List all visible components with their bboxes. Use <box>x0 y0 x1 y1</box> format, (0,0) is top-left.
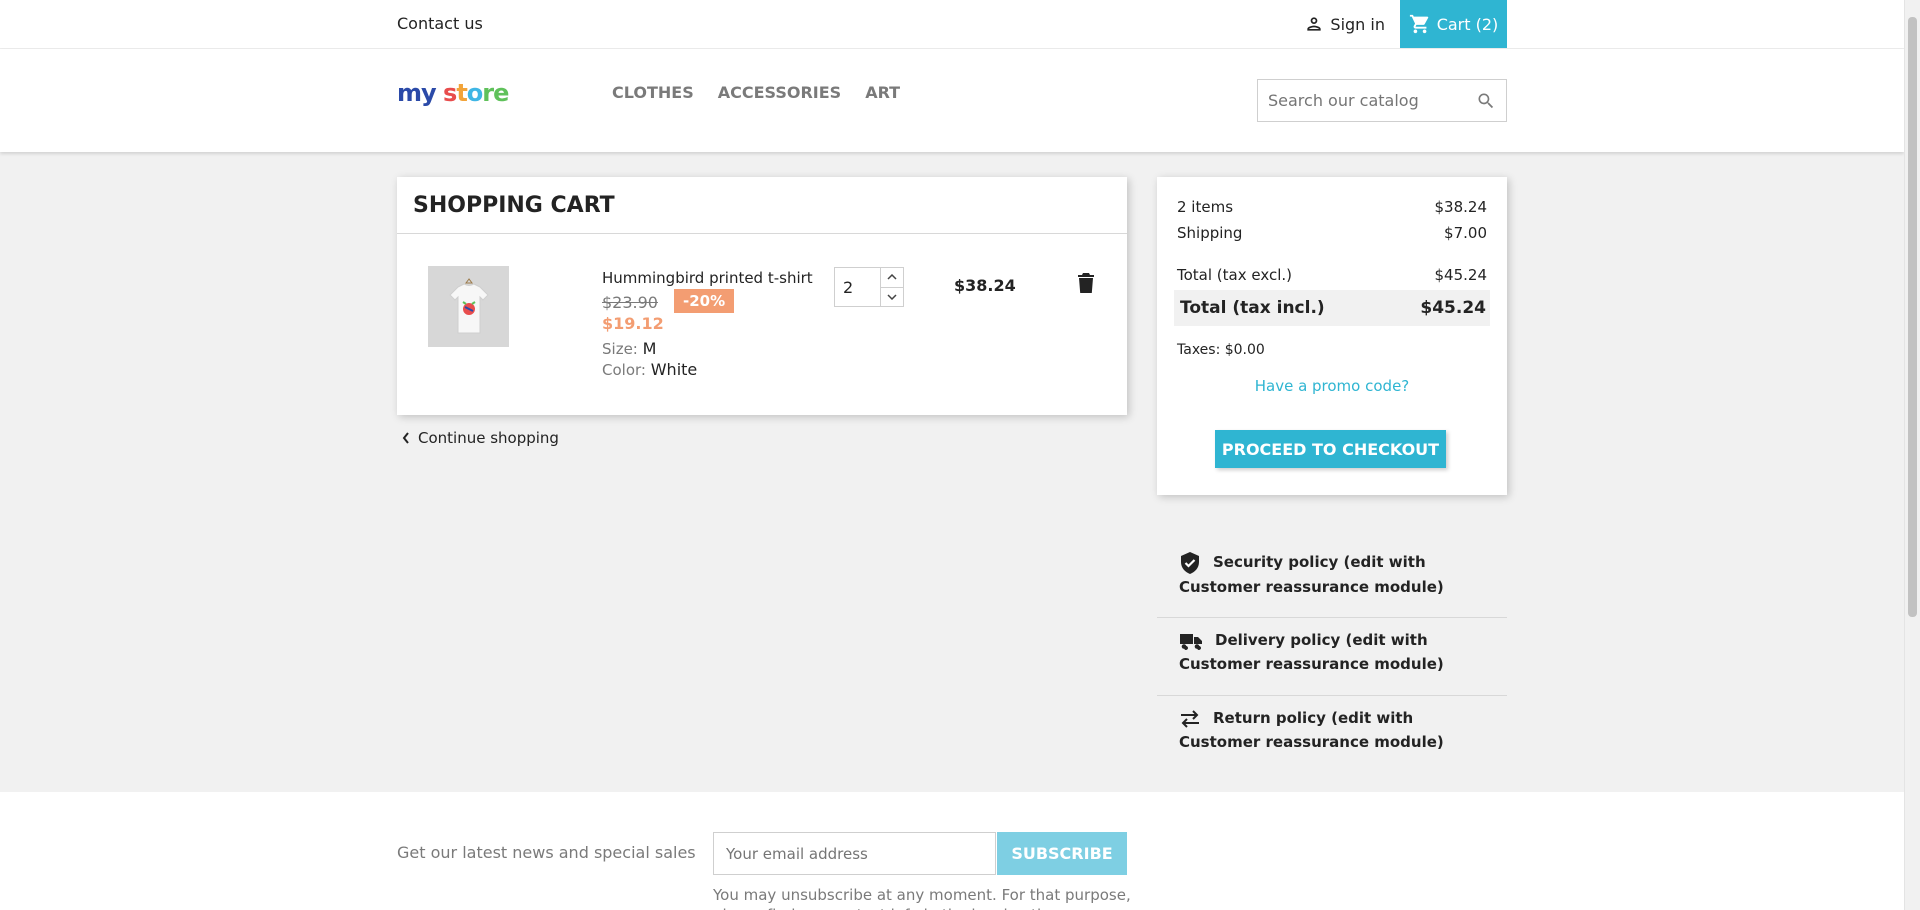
continue-shopping-label: Continue shopping <box>418 429 559 447</box>
quantity-stepper <box>834 267 904 307</box>
shipping-value: $7.00 <box>1444 224 1487 242</box>
cart-label: Cart (2) <box>1436 14 1499 34</box>
scrollbar-thumb[interactable] <box>1908 17 1917 617</box>
summary-total-excl-row: Total (tax excl.) $45.24 <box>1177 266 1487 284</box>
main-nav: CLOTHES ACCESSORIES ART <box>612 83 900 102</box>
color-label: Color: <box>602 361 646 379</box>
product-size: Size: M <box>602 339 656 358</box>
nav-item-clothes[interactable]: CLOTHES <box>612 83 694 102</box>
top-bar: Contact us Sign in Cart (2) <box>0 0 1904 49</box>
logo-part: re <box>482 79 509 107</box>
product-name-link[interactable]: Hummingbird printed t-shirt <box>602 269 813 287</box>
line-total: $38.24 <box>954 276 1016 295</box>
sign-in-label: Sign in <box>1330 14 1385 34</box>
nav-item-accessories[interactable]: ACCESSORIES <box>718 83 841 102</box>
trash-icon[interactable] <box>1077 272 1095 294</box>
product-regular-price: $23.90 <box>602 293 658 312</box>
product-image[interactable] <box>428 266 509 347</box>
sign-in-link[interactable]: Sign in <box>1304 14 1385 34</box>
discount-badge: -20% <box>674 289 735 313</box>
newsletter-email-input[interactable] <box>713 832 996 875</box>
security-policy-text: Security policy (edit with Customer reas… <box>1179 553 1444 596</box>
cart-title: SHOPPING CART <box>397 177 1127 234</box>
truck-icon <box>1180 633 1202 650</box>
total-excl-label: Total (tax excl.) <box>1177 266 1292 284</box>
shield-check-icon <box>1181 551 1199 574</box>
cart-summary: 2 items $38.24 Shipping $7.00 Total (tax… <box>1157 177 1507 495</box>
shopping-cart-panel: SHOPPING CART Hummingbird printed t-shir… <box>397 177 1127 415</box>
summary-total-incl-row: Total (tax incl.) $45.24 <box>1174 290 1490 326</box>
nav-item-art[interactable]: ART <box>865 83 900 102</box>
color-value: White <box>650 360 698 379</box>
logo-part: o <box>466 79 483 107</box>
security-policy-block: Security policy (edit with Customer reas… <box>1157 540 1507 618</box>
taxes-info: Taxes: $0.00 <box>1177 342 1265 358</box>
delivery-policy-block: Delivery policy (edit with Customer reas… <box>1157 618 1507 696</box>
product-price: $19.12 <box>602 314 664 333</box>
newsletter-text: Get our latest news and special sales <box>397 843 696 862</box>
newsletter-note: You may unsubscribe at any moment. For t… <box>713 886 1131 910</box>
chevron-down-icon <box>887 294 897 300</box>
newsletter-section: Get our latest news and special sales SU… <box>0 792 1904 910</box>
swap-arrows-icon <box>1181 709 1199 728</box>
search-box <box>1257 79 1507 122</box>
items-label: 2 items <box>1177 198 1234 216</box>
search-icon[interactable] <box>1476 91 1496 111</box>
quantity-input[interactable] <box>835 268 881 306</box>
items-value: $38.24 <box>1434 198 1488 216</box>
logo-part: my <box>397 79 437 107</box>
summary-items-row: 2 items $38.24 <box>1177 198 1487 216</box>
chevron-up-icon <box>887 274 897 280</box>
tshirt-icon <box>448 277 489 333</box>
promo-code-link[interactable]: Have a promo code? <box>1157 377 1507 395</box>
contact-us-link[interactable]: Contact us <box>397 14 483 33</box>
size-value: M <box>642 339 657 358</box>
quantity-down-button[interactable] <box>881 286 903 307</box>
total-incl-value: $45.24 <box>1420 298 1486 318</box>
logo-part: s <box>443 79 457 107</box>
header: my store CLOTHES ACCESSORIES ART <box>0 49 1904 152</box>
user-icon <box>1307 17 1322 31</box>
main-content: SHOPPING CART Hummingbird printed t-shir… <box>0 152 1904 792</box>
return-policy-block: Return policy (edit with Customer reassu… <box>1157 696 1507 774</box>
subscribe-button[interactable]: SUBSCRIBE <box>997 832 1127 875</box>
chevron-left-icon <box>402 432 409 444</box>
cart-button[interactable]: Cart (2) <box>1400 0 1507 48</box>
page-scrollbar[interactable] <box>1904 0 1920 910</box>
product-color: Color: White <box>602 360 697 379</box>
delivery-policy-text: Delivery policy (edit with Customer reas… <box>1179 631 1444 673</box>
total-excl-value: $45.24 <box>1434 266 1488 284</box>
continue-shopping-link[interactable]: Continue shopping <box>402 429 559 447</box>
summary-shipping-row: Shipping $7.00 <box>1177 224 1487 242</box>
shipping-label: Shipping <box>1177 224 1243 242</box>
size-label: Size: <box>602 340 638 358</box>
store-logo[interactable]: my store <box>397 79 509 107</box>
search-input[interactable] <box>1258 80 1458 121</box>
shopping-cart-icon <box>1409 14 1428 34</box>
logo-part: t <box>456 79 468 107</box>
proceed-to-checkout-button[interactable]: PROCEED TO CHECKOUT <box>1215 430 1446 468</box>
total-incl-label: Total (tax incl.) <box>1180 298 1325 318</box>
quantity-up-button[interactable] <box>881 268 903 287</box>
return-policy-text: Return policy (edit with Customer reassu… <box>1179 709 1444 751</box>
